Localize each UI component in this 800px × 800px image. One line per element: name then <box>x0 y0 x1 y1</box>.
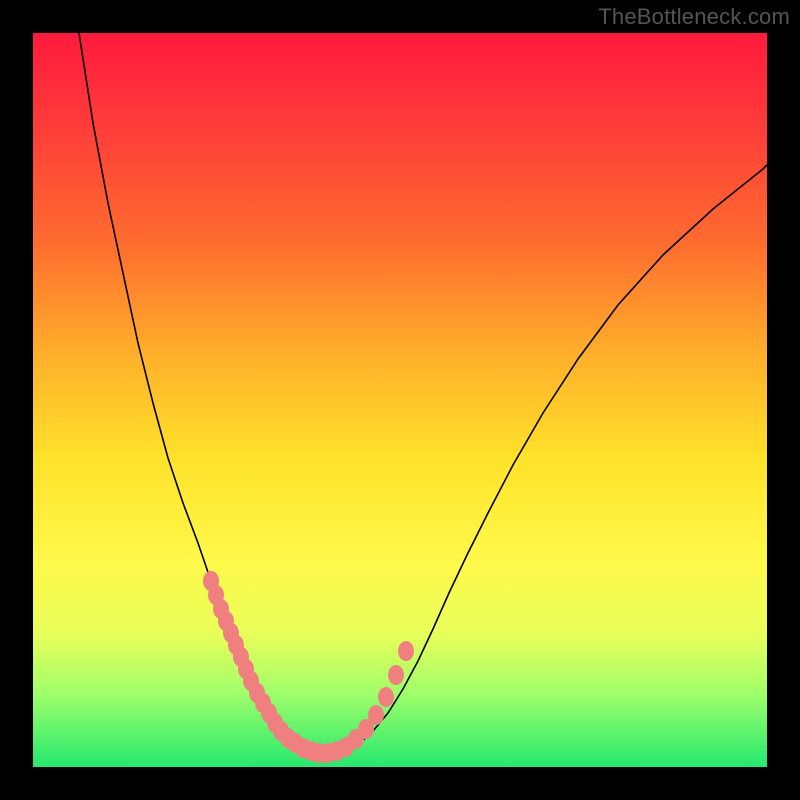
chart-frame: TheBottleneck.com <box>0 0 800 800</box>
highlight-dot <box>398 641 414 661</box>
chart-svg <box>33 33 767 767</box>
plot-area <box>33 33 767 767</box>
bottleneck-curve <box>79 33 767 753</box>
highlight-dot <box>368 705 384 725</box>
highlighted-dots-group <box>203 571 414 763</box>
highlight-dot <box>388 665 404 685</box>
highlight-dot <box>378 687 394 707</box>
watermark-text: TheBottleneck.com <box>598 4 790 30</box>
